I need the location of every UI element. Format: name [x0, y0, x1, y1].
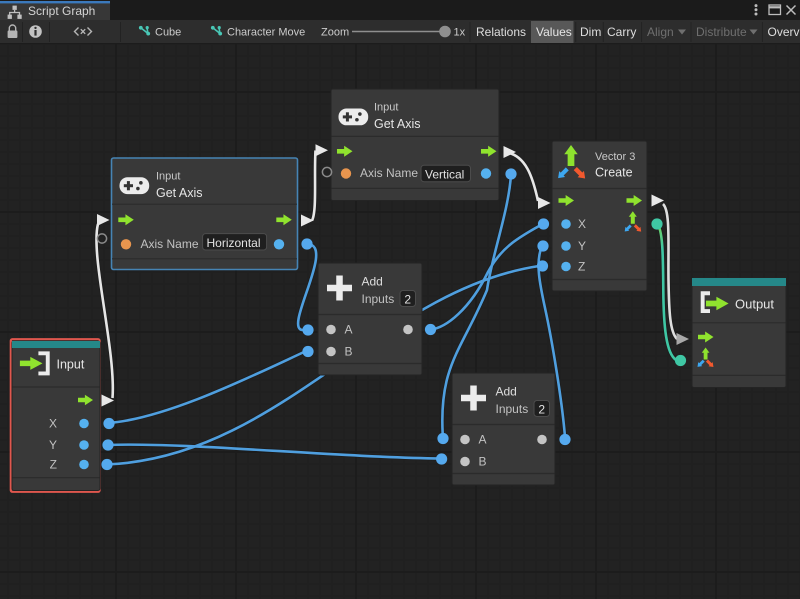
svg-text:Y: Y	[49, 438, 57, 452]
svg-text:Dim: Dim	[580, 25, 601, 39]
svg-text:Cube: Cube	[155, 27, 181, 39]
svg-text:Vector 3: Vector 3	[595, 151, 635, 163]
svg-text:Inputs: Inputs	[362, 292, 395, 306]
svg-text:Input: Input	[374, 102, 398, 114]
svg-text:Output: Output	[735, 297, 774, 312]
svg-text:Z: Z	[50, 458, 57, 472]
svg-text:Zoom: Zoom	[321, 27, 349, 39]
svg-text:Axis Name: Axis Name	[360, 166, 418, 180]
svg-text:Carry: Carry	[607, 25, 636, 39]
svg-text:Add: Add	[362, 275, 383, 289]
svg-text:Z: Z	[578, 260, 585, 274]
svg-text:B: B	[479, 455, 487, 469]
svg-text:X: X	[49, 417, 57, 431]
svg-text:2: 2	[538, 403, 545, 417]
svg-text:Character Move: Character Move	[227, 27, 305, 39]
svg-text:1x: 1x	[454, 27, 466, 39]
svg-text:Get Axis: Get Axis	[374, 117, 421, 131]
svg-text:Y: Y	[578, 239, 586, 253]
svg-text:Overv: Overv	[768, 25, 800, 39]
svg-text:Distribute: Distribute	[696, 25, 747, 39]
svg-text:Get Axis: Get Axis	[156, 186, 203, 200]
svg-text:Vertical: Vertical	[425, 168, 464, 182]
svg-text:Inputs: Inputs	[496, 402, 529, 416]
svg-text:B: B	[345, 345, 353, 359]
svg-text:2: 2	[404, 293, 411, 307]
svg-text:Create: Create	[595, 166, 633, 180]
svg-text:Values: Values	[536, 25, 572, 39]
svg-text:Relations: Relations	[476, 25, 526, 39]
svg-text:Input: Input	[57, 358, 85, 372]
svg-text:Input: Input	[156, 171, 180, 183]
svg-text:X: X	[578, 217, 586, 231]
svg-text:A: A	[479, 433, 487, 447]
svg-text:Horizontal: Horizontal	[207, 236, 261, 250]
svg-text:Align: Align	[647, 25, 674, 39]
svg-text:Script Graph: Script Graph	[28, 4, 95, 18]
svg-text:A: A	[345, 323, 353, 337]
svg-text:Axis Name: Axis Name	[141, 237, 199, 251]
svg-text:Add: Add	[496, 385, 517, 399]
